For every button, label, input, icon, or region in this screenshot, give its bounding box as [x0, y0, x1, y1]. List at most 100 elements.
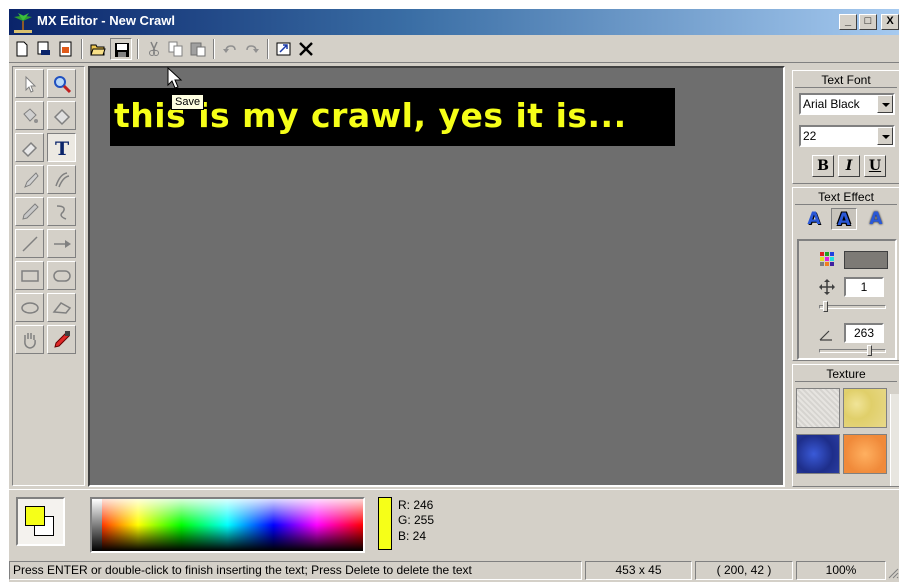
move-arrows-icon [819, 279, 835, 295]
arrow-pointer-icon [25, 75, 37, 93]
texture-swatch[interactable] [796, 388, 840, 428]
tool-arrow[interactable] [47, 229, 76, 258]
resize-button[interactable] [273, 38, 295, 60]
tool-select[interactable] [15, 69, 44, 98]
chevron-down-icon[interactable] [877, 95, 893, 113]
save-tooltip: Save [171, 94, 205, 110]
blue-value: B: 24 [398, 529, 427, 543]
undo-icon [223, 45, 236, 53]
print-preview-button[interactable] [33, 38, 55, 60]
status-position: ( 200, 42 ) [695, 561, 793, 580]
svg-text:T: T [55, 138, 69, 158]
italic-button[interactable]: I [838, 155, 860, 177]
offset-input[interactable]: 1 [844, 277, 884, 297]
underline-button[interactable]: U [864, 155, 886, 177]
import-icon [59, 41, 72, 57]
tool-polygon[interactable] [47, 293, 76, 322]
tool-spray[interactable] [47, 165, 76, 194]
copy-button[interactable] [165, 38, 187, 60]
red-value: R: 246 [398, 498, 434, 512]
effect-shadow-button[interactable]: A [801, 208, 827, 230]
import-button[interactable] [55, 38, 77, 60]
angle-slider-thumb[interactable] [867, 345, 872, 356]
cut-button[interactable] [143, 38, 165, 60]
status-bar: Press ENTER or double-click to finish in… [9, 559, 899, 582]
angle-input[interactable]: 263 [844, 323, 884, 343]
text-font-panel: Text Font Arial Black 22 B I U [792, 70, 899, 184]
tool-eraser[interactable] [15, 133, 44, 162]
tool-eraser-fill[interactable] [47, 101, 76, 130]
tool-color-picker[interactable] [47, 325, 76, 354]
magnifier-icon [54, 76, 72, 94]
resize-grip-icon[interactable] [887, 567, 899, 579]
print-preview-icon [37, 41, 50, 55]
delete-button[interactable] [295, 38, 317, 60]
texture-header: Texture [795, 366, 897, 382]
open-folder-icon [90, 44, 106, 56]
foreground-color-swatch[interactable] [25, 506, 45, 526]
tool-rounded-rectangle[interactable] [47, 261, 76, 290]
delete-x-icon [299, 42, 313, 56]
editor-window: MX Editor - New Crawl _ □ X T this is my… [9, 9, 899, 582]
grayscale-strip[interactable] [92, 499, 102, 551]
tool-ellipse[interactable] [15, 293, 44, 322]
status-zoom: 100% [796, 561, 886, 580]
effect-glow-button[interactable]: A [863, 208, 889, 230]
undo-button[interactable] [219, 38, 241, 60]
eraser-icon [21, 141, 38, 158]
status-size: 453 x 45 [585, 561, 692, 580]
eyedropper-icon [54, 331, 70, 348]
color-panel: R: 246 G: 255 B: 24 [9, 489, 899, 557]
minimize-button[interactable]: _ [839, 14, 857, 30]
color-grid-icon [820, 252, 834, 266]
offset-slider-track[interactable] [819, 305, 886, 309]
main-toolbar [9, 35, 899, 63]
color-spectrum[interactable] [90, 497, 365, 553]
maximize-button[interactable]: □ [859, 14, 877, 30]
effect-outline-button[interactable]: A [831, 208, 857, 230]
curve-icon [56, 205, 67, 220]
current-color-swatch [378, 497, 392, 550]
font-size-select[interactable]: 22 [799, 125, 895, 147]
redo-button[interactable] [241, 38, 263, 60]
font-size-value: 22 [803, 129, 817, 143]
tool-fill[interactable] [15, 101, 44, 130]
fg-bg-color-selector[interactable] [16, 497, 65, 546]
new-file-button[interactable] [11, 38, 33, 60]
angle-slider-track[interactable] [819, 349, 886, 353]
chevron-down-icon[interactable] [877, 127, 893, 145]
title-bar[interactable]: MX Editor - New Crawl _ □ X [9, 9, 899, 35]
close-button[interactable]: X [881, 14, 899, 30]
texture-swatch[interactable] [796, 434, 840, 474]
spray-icon [55, 172, 70, 188]
rounded-rectangle-icon [53, 270, 71, 282]
tool-hand[interactable] [15, 325, 44, 354]
open-button[interactable] [87, 38, 109, 60]
rectangle-icon [21, 270, 39, 282]
status-message: Press ENTER or double-click to finish in… [9, 561, 582, 580]
tool-pen[interactable] [15, 197, 44, 226]
shadow-color-swatch[interactable] [844, 251, 888, 269]
paste-icon [190, 42, 206, 57]
angle-icon [819, 330, 832, 341]
texture-swatch[interactable] [843, 434, 887, 474]
save-button[interactable] [110, 38, 132, 60]
tool-brush[interactable] [15, 165, 44, 194]
tool-text[interactable]: T [47, 133, 76, 162]
bold-button[interactable]: B [812, 155, 834, 177]
tool-line[interactable] [15, 229, 44, 258]
canvas-area[interactable]: this is my crawl, yes it is... [88, 66, 785, 487]
offset-slider-thumb[interactable] [823, 301, 828, 312]
font-name-select[interactable]: Arial Black [799, 93, 895, 115]
tool-rectangle[interactable] [15, 261, 44, 290]
paste-button[interactable] [187, 38, 209, 60]
tool-zoom[interactable] [47, 69, 76, 98]
palm-tree-icon [12, 11, 34, 33]
tool-curve[interactable] [47, 197, 76, 226]
scissors-icon [149, 41, 159, 56]
line-icon [22, 236, 38, 252]
texture-swatch[interactable] [843, 388, 887, 428]
tool-palette: T [12, 66, 85, 486]
copy-icon [168, 41, 183, 57]
texture-scrollbar[interactable] [890, 394, 899, 486]
